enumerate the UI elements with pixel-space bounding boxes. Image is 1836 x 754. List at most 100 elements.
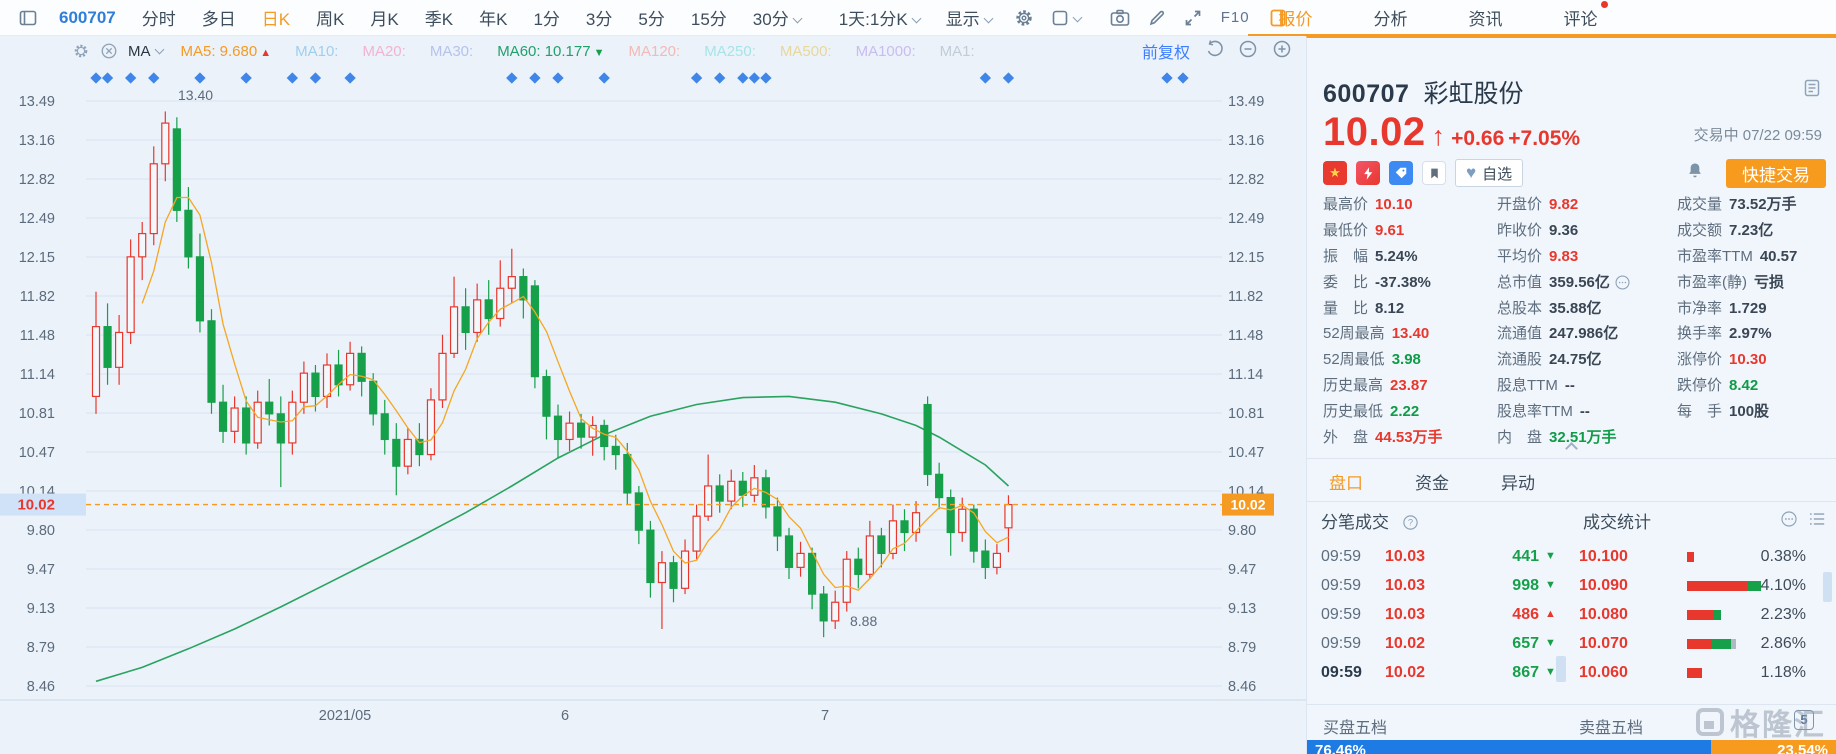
period-item-周K[interactable]: 周K	[303, 5, 357, 30]
event-diamond-icon[interactable]	[980, 72, 991, 83]
event-diamond-icon[interactable]	[552, 72, 563, 83]
ma-toggle-MA60[interactable]: MA60: 10.177▼	[497, 43, 604, 60]
period-item-年K[interactable]: 年K	[466, 5, 520, 30]
fullscreen-expand-icon[interactable]	[1175, 8, 1211, 28]
chart-style-dropdown[interactable]	[1043, 9, 1089, 27]
ellipsis-circle-icon[interactable]	[1614, 274, 1631, 291]
trade-direction-icon: ▼	[1545, 542, 1556, 571]
ma-toggle-MA5[interactable]: MA5: 9.680▲	[181, 43, 272, 60]
event-diamond-icon[interactable]	[240, 72, 251, 83]
event-diamond-icon[interactable]	[1003, 72, 1014, 83]
ma-toggle-MA120[interactable]: MA120:	[628, 43, 680, 60]
event-diamond-icon[interactable]	[125, 72, 136, 83]
trade-row: 09:5910.02867▼	[1317, 658, 1567, 687]
stat-percent: 2.23%	[1761, 600, 1806, 629]
svg-text:12.15: 12.15	[19, 250, 55, 266]
ma-toggle-MA20[interactable]: MA20:	[362, 43, 405, 60]
event-diamond-icon[interactable]	[506, 72, 517, 83]
help-icon[interactable]: ?	[1402, 514, 1419, 531]
ma-toggle-MA10[interactable]: MA10:	[295, 43, 338, 60]
draw-pencil-icon[interactable]	[1139, 8, 1175, 28]
event-diamond-icon[interactable]	[194, 72, 205, 83]
stat-label: 成交量	[1677, 196, 1722, 213]
indicator-settings-gear-icon[interactable]	[72, 42, 90, 60]
buy-depth-label: 买盘五档	[1323, 714, 1387, 738]
event-diamond-icon[interactable]	[287, 72, 298, 83]
zoom-in-icon[interactable]	[1272, 39, 1292, 63]
event-diamond-icon[interactable]	[599, 72, 610, 83]
forward-adjust-button[interactable]: 前复权	[1142, 39, 1190, 63]
period-item-1分[interactable]: 1分	[520, 5, 572, 30]
stat-value: 8.12	[1375, 300, 1404, 317]
candlestick-chart[interactable]: 13.4913.4913.1613.1612.8212.8212.4912.49…	[0, 36, 1306, 754]
flow-tab-盘口[interactable]: 盘口	[1329, 469, 1363, 494]
add-watchlist-button[interactable]: ♥自选	[1455, 159, 1523, 187]
ma-toggle-MA250[interactable]: MA250:	[704, 43, 756, 60]
compare-mode-dropdown[interactable]: 1天:1分K	[826, 5, 933, 30]
event-diamond-icon[interactable]	[737, 72, 748, 83]
event-diamond-icon[interactable]	[148, 72, 159, 83]
tab-评论[interactable]: 评论	[1564, 5, 1598, 30]
event-diamond-icon[interactable]	[310, 72, 321, 83]
tab-分析[interactable]: 分析	[1374, 5, 1408, 30]
list-view-icon[interactable]	[1808, 510, 1826, 533]
svg-text:6: 6	[561, 708, 569, 724]
event-diamond-icon[interactable]	[749, 72, 760, 83]
stat-label: 市盈率TTM	[1677, 248, 1753, 265]
tab-报价[interactable]: 报价	[1279, 5, 1313, 30]
ma-dropdown[interactable]: MA	[128, 43, 163, 60]
event-diamond-icon[interactable]	[1177, 72, 1188, 83]
quick-trade-button[interactable]: 快捷交易	[1726, 159, 1826, 188]
period-item-月K[interactable]: 月K	[357, 5, 411, 30]
period-item-30分[interactable]: 30分	[740, 5, 814, 30]
event-diamond-icon[interactable]	[90, 72, 101, 83]
settings-gear-icon[interactable]	[1005, 7, 1043, 29]
display-dropdown[interactable]: 显示	[933, 5, 1005, 30]
period-item-600707[interactable]: 600707	[46, 8, 129, 28]
event-diamond-icon[interactable]	[102, 72, 113, 83]
ma-toggle-MA500[interactable]: MA500:	[780, 43, 832, 60]
period-item-15分[interactable]: 15分	[678, 5, 740, 30]
flow-tab-异动[interactable]: 异动	[1501, 469, 1535, 494]
ma-toggle-MA1000[interactable]: MA1000:	[856, 43, 916, 60]
event-diamond-icon[interactable]	[691, 72, 702, 83]
bookmark-icon[interactable]	[1422, 161, 1446, 185]
event-diamond-icon[interactable]	[714, 72, 725, 83]
scrollbar-thumb[interactable]	[1823, 572, 1832, 602]
ma-toggle-MA1[interactable]: MA1:	[940, 43, 975, 60]
ma-toggle-MA30[interactable]: MA30:	[430, 43, 473, 60]
period-item-3分[interactable]: 3分	[573, 5, 625, 30]
event-diamond-icon[interactable]	[1161, 72, 1172, 83]
tab-资讯[interactable]: 资讯	[1469, 5, 1503, 30]
more-options-icon[interactable]	[1780, 510, 1798, 533]
alert-bell-icon[interactable]	[1685, 161, 1705, 186]
stat-value: 2.97%	[1729, 325, 1772, 342]
grid-lines	[0, 101, 1306, 700]
volume-stats-list[interactable]: 10.1000.38%10.0904.10%10.0802.23%10.0702…	[1579, 542, 1830, 687]
tick-trade-list[interactable]: 09:5910.03441▼09:5910.03998▼09:5910.0348…	[1317, 542, 1567, 687]
event-diamond-icon[interactable]	[344, 72, 355, 83]
period-item-5分[interactable]: 5分	[625, 5, 677, 30]
zoom-out-icon[interactable]	[1238, 39, 1258, 63]
stat-value: 40.57	[1760, 248, 1798, 265]
period-item-多日[interactable]: 多日	[189, 5, 249, 30]
flow-tab-资金[interactable]: 资金	[1415, 469, 1449, 494]
period-item-日K[interactable]: 日K	[249, 5, 303, 30]
note-list-icon[interactable]	[1802, 78, 1822, 103]
scrollbar-thumb[interactable]	[1556, 656, 1566, 682]
window-layout-icon[interactable]	[10, 8, 46, 28]
tag-icon[interactable]	[1389, 161, 1413, 185]
stat-value: 73.52万手	[1729, 196, 1797, 213]
lightning-level-icon[interactable]	[1356, 161, 1380, 185]
event-diamond-icon[interactable]	[760, 72, 771, 83]
gelonghui-watermark: 格隆汇	[1696, 700, 1826, 744]
screenshot-camera-icon[interactable]	[1101, 7, 1139, 29]
indicator-close-icon[interactable]	[100, 42, 118, 60]
period-item-分时[interactable]: 分时	[129, 5, 189, 30]
collapse-stats-control[interactable]	[1307, 440, 1836, 458]
undo-icon[interactable]	[1204, 39, 1224, 63]
stat-value: 9.36	[1549, 222, 1578, 239]
period-item-季K[interactable]: 季K	[412, 5, 466, 30]
event-diamond-icon[interactable]	[529, 72, 540, 83]
event-markers[interactable]	[90, 72, 1188, 83]
